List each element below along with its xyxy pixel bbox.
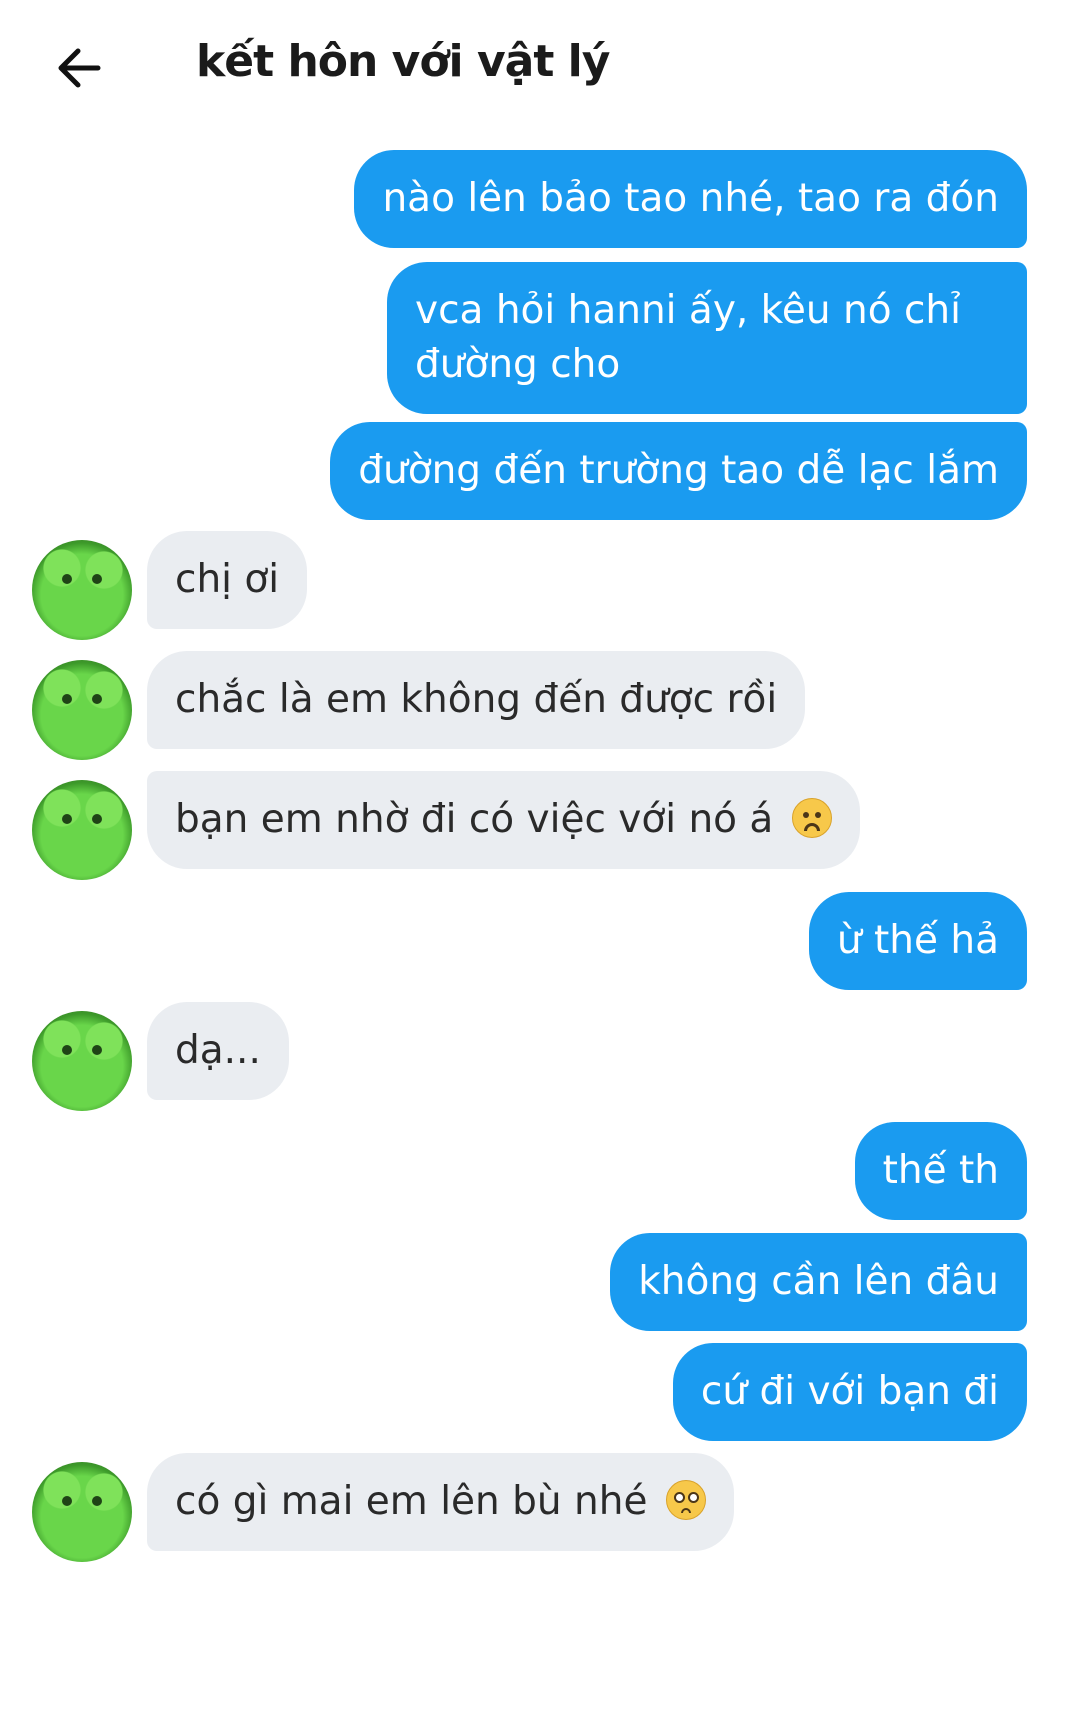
message-text: đường đến trường tao dễ lạc lắm [358, 448, 999, 493]
message-text: nào lên bảo tao nhé, tao ra đón [382, 176, 999, 221]
outgoing-message[interactable]: thế th [854, 1122, 1027, 1220]
outgoing-message[interactable]: đường đến trường tao dễ lạc lắm [330, 422, 1027, 520]
frowning-face-emoji [791, 798, 832, 838]
message-text: vca hỏi hanni ấy, kêu nó chỉ đường cho [415, 288, 961, 387]
conversation-title: kết hôn với vật lý [196, 36, 610, 87]
incoming-message[interactable]: bạn em nhờ đi có việc với nó á [147, 771, 860, 869]
message-text: dạ... [175, 1028, 261, 1073]
message-text: cứ đi với bạn đi [700, 1369, 999, 1414]
message-text: có gì mai em lên bù nhé [175, 1479, 648, 1524]
message-text: chị ơi [175, 557, 280, 602]
incoming-message[interactable]: chị ơi [147, 531, 308, 629]
contact-avatar[interactable] [32, 1462, 132, 1562]
message-text: chắc là em không đến được rồi [175, 677, 778, 722]
outgoing-message[interactable]: vca hỏi hanni ấy, kêu nó chỉ đường cho [387, 262, 1027, 414]
outgoing-message[interactable]: không cần lên đâu [610, 1233, 1027, 1331]
outgoing-message[interactable]: cứ đi với bạn đi [672, 1343, 1027, 1441]
outgoing-message[interactable]: nào lên bảo tao nhé, tao ra đón [354, 150, 1027, 248]
outgoing-message[interactable]: ừ thế hả [808, 892, 1027, 990]
pleading-face-emoji [665, 1480, 706, 1520]
message-text: bạn em nhờ đi có việc với nó á [175, 797, 774, 842]
contact-avatar[interactable] [32, 540, 132, 640]
contact-avatar[interactable] [32, 1011, 132, 1111]
message-text: ừ thế hả [836, 918, 999, 963]
chat-header: kết hôn với vật lý [0, 0, 1080, 140]
incoming-message[interactable]: dạ... [147, 1002, 289, 1100]
message-text: không cần lên đâu [638, 1259, 999, 1304]
contact-avatar[interactable] [32, 660, 132, 760]
incoming-message[interactable]: chắc là em không đến được rồi [147, 651, 806, 749]
contact-avatar[interactable] [32, 780, 132, 880]
incoming-message[interactable]: có gì mai em lên bù nhé [147, 1453, 734, 1551]
message-text: thế th [882, 1148, 999, 1193]
back-arrow-icon[interactable] [52, 40, 108, 96]
